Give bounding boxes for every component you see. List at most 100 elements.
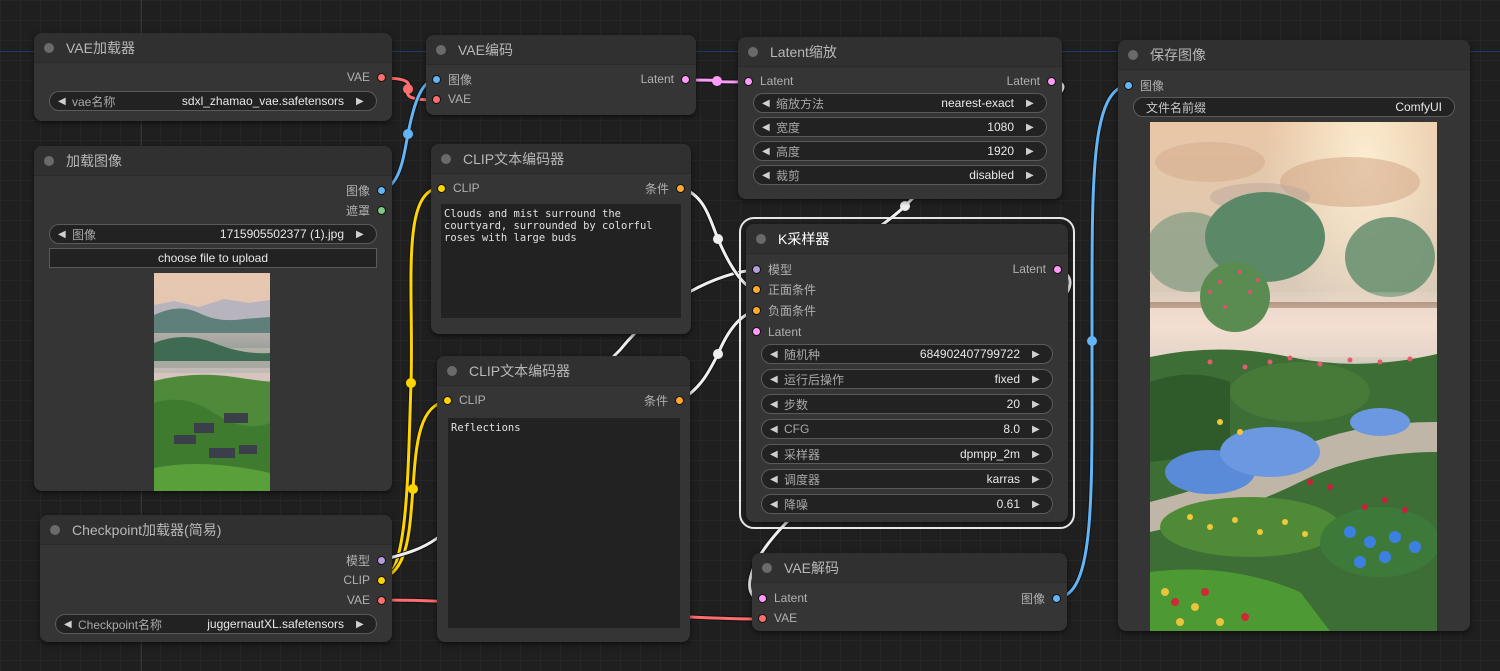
- widget-upscale-method[interactable]: ◀ 缩放方法 nearest-exact ▶: [753, 93, 1047, 113]
- collapse-dot-icon[interactable]: [447, 365, 457, 376]
- widget-seed[interactable]: ◀ 随机种 684902407799722 ▶: [761, 344, 1053, 364]
- input-slot-image[interactable]: 图像: [432, 71, 472, 88]
- widget-control-after-generate[interactable]: ◀ 运行后操作 fixed ▶: [761, 369, 1053, 389]
- arrow-right-icon[interactable]: ▶: [356, 229, 368, 240]
- node-save-image[interactable]: 保存图像 图像 文件名前缀 ComfyUI: [1118, 40, 1470, 631]
- arrow-left-icon[interactable]: ◀: [762, 122, 774, 133]
- port-vae-icon[interactable]: [377, 72, 386, 82]
- link-latent-to-ksampler-midpoint[interactable]: [900, 201, 910, 211]
- widget-scheduler[interactable]: ◀ 调度器 karras ▶: [761, 469, 1053, 489]
- widget-crop[interactable]: ◀ 裁剪 disabled ▶: [753, 165, 1047, 185]
- output-slot-image[interactable]: 图像: [1021, 590, 1061, 607]
- arrow-right-icon[interactable]: ▶: [1032, 449, 1044, 460]
- port-vae-icon[interactable]: [758, 613, 767, 623]
- port-latent-icon[interactable]: [681, 74, 690, 84]
- input-slot-latent[interactable]: Latent: [758, 591, 807, 605]
- collapse-dot-icon[interactable]: [762, 562, 772, 573]
- collapse-dot-icon[interactable]: [756, 233, 766, 244]
- input-slot-positive[interactable]: 正面条件: [752, 281, 816, 298]
- node-checkpoint-loader[interactable]: Checkpoint加载器(简易) 模型 CLIP VAE ◀ Checkpoi…: [40, 515, 392, 642]
- output-slot-latent[interactable]: Latent: [1013, 262, 1062, 276]
- node-header[interactable]: CLIP文本编码器: [437, 356, 690, 386]
- output-slot-conditioning[interactable]: 条件: [644, 392, 684, 409]
- arrow-left-icon[interactable]: ◀: [762, 98, 774, 109]
- prompt-textarea[interactable]: Clouds and mist surround the courtyard, …: [441, 204, 681, 318]
- collapse-dot-icon[interactable]: [50, 524, 60, 535]
- arrow-right-icon[interactable]: ▶: [1026, 146, 1038, 157]
- arrow-right-icon[interactable]: ▶: [1026, 170, 1038, 181]
- collapse-dot-icon[interactable]: [1128, 49, 1138, 60]
- output-slot-vae[interactable]: VAE: [347, 70, 386, 84]
- port-conditioning-icon[interactable]: [752, 306, 761, 315]
- node-header[interactable]: VAE解码: [752, 553, 1067, 583]
- node-vae-decode[interactable]: VAE解码 Latent 图像 VAE: [752, 553, 1067, 631]
- arrow-left-icon[interactable]: ◀: [770, 374, 782, 385]
- arrow-left-icon[interactable]: ◀: [58, 229, 70, 240]
- output-slot-mask[interactable]: 遮罩: [346, 202, 386, 219]
- node-clip-text-encode-positive[interactable]: CLIP文本编码器 CLIP 条件 Clouds and mist surrou…: [431, 144, 691, 334]
- link-clip-positive-midpoint[interactable]: [406, 378, 416, 388]
- node-latent-upscale[interactable]: Latent缩放 Latent Latent ◀ 缩放方法 nearest-ex…: [738, 37, 1062, 199]
- node-header[interactable]: Checkpoint加载器(简易): [40, 515, 392, 545]
- arrow-left-icon[interactable]: ◀: [64, 619, 76, 630]
- input-slot-clip[interactable]: CLIP: [437, 181, 480, 195]
- node-header[interactable]: 保存图像: [1118, 40, 1470, 70]
- widget-denoise[interactable]: ◀ 降噪 0.61 ▶: [761, 494, 1053, 514]
- arrow-right-icon[interactable]: ▶: [1032, 399, 1044, 410]
- arrow-right-icon[interactable]: ▶: [356, 619, 368, 630]
- node-header[interactable]: 加载图像: [34, 146, 392, 176]
- port-model-icon[interactable]: [752, 264, 761, 274]
- collapse-dot-icon[interactable]: [44, 42, 54, 53]
- node-clip-text-encode-negative[interactable]: CLIP文本编码器 CLIP 条件 Reflections: [437, 356, 690, 642]
- arrow-left-icon[interactable]: ◀: [770, 424, 782, 435]
- link-latent-to-upscale-midpoint[interactable]: [712, 76, 722, 86]
- output-slot-latent[interactable]: Latent: [641, 72, 690, 86]
- port-image-icon[interactable]: [1052, 593, 1061, 603]
- link-clip-negative-midpoint[interactable]: [408, 484, 418, 494]
- port-vae-icon[interactable]: [432, 94, 441, 104]
- node-header[interactable]: CLIP文本编码器: [431, 144, 691, 174]
- port-vae-icon[interactable]: [377, 595, 386, 605]
- widget-filename-prefix[interactable]: 文件名前缀 ComfyUI: [1133, 97, 1455, 117]
- output-slot-image[interactable]: 图像: [346, 182, 386, 199]
- link-positive-cond-midpoint[interactable]: [713, 234, 723, 244]
- link-vae-to-encode-midpoint[interactable]: [403, 84, 413, 94]
- output-slot-conditioning[interactable]: 条件: [645, 180, 685, 197]
- widget-vae-name[interactable]: ◀ vae名称 sdxl_zhamao_vae.safetensors ▶: [49, 91, 377, 111]
- arrow-right-icon[interactable]: ▶: [1026, 122, 1038, 133]
- widget-width[interactable]: ◀ 宽度 1080 ▶: [753, 117, 1047, 137]
- node-header[interactable]: Latent缩放: [738, 37, 1062, 67]
- port-latent-icon[interactable]: [752, 327, 761, 336]
- node-ksampler[interactable]: K采样器 模型 Latent 正面条件 负面条件 Latent ◀ 随机种 68…: [739, 217, 1075, 529]
- prompt-textarea[interactable]: Reflections: [448, 418, 680, 628]
- link-positive-cond[interactable]: [680, 186, 756, 292]
- input-slot-clip[interactable]: CLIP: [443, 393, 486, 407]
- node-load-image[interactable]: 加载图像 图像 遮罩 ◀ 图像 1715905502377 (1).jpg ▶ …: [34, 146, 392, 491]
- collapse-dot-icon[interactable]: [748, 46, 758, 57]
- port-latent-icon[interactable]: [1047, 76, 1056, 86]
- node-vae-loader[interactable]: VAE加载器 VAE ◀ vae名称 sdxl_zhamao_vae.safet…: [34, 33, 392, 121]
- input-slot-vae[interactable]: VAE: [432, 92, 471, 106]
- arrow-left-icon[interactable]: ◀: [58, 96, 70, 107]
- collapse-dot-icon[interactable]: [44, 155, 54, 166]
- node-vae-encode[interactable]: VAE编码 图像 Latent VAE: [426, 35, 696, 115]
- port-clip-icon[interactable]: [437, 183, 446, 193]
- arrow-left-icon[interactable]: ◀: [770, 399, 782, 410]
- port-mask-icon[interactable]: [377, 205, 386, 215]
- link-decode-to-save-midpoint[interactable]: [1087, 336, 1097, 346]
- widget-checkpoint-name[interactable]: ◀ Checkpoint名称 juggernautXL.safetensors …: [55, 614, 377, 634]
- collapse-dot-icon[interactable]: [441, 153, 451, 164]
- input-slot-image[interactable]: 图像: [1124, 77, 1164, 94]
- widget-steps[interactable]: ◀ 步数 20 ▶: [761, 394, 1053, 414]
- arrow-right-icon[interactable]: ▶: [1026, 98, 1038, 109]
- node-header[interactable]: VAE编码: [426, 35, 696, 65]
- output-slot-model[interactable]: 模型: [346, 552, 386, 569]
- arrow-right-icon[interactable]: ▶: [1032, 349, 1044, 360]
- port-clip-icon[interactable]: [443, 395, 452, 405]
- port-model-icon[interactable]: [377, 555, 386, 565]
- widget-sampler[interactable]: ◀ 采样器 dpmpp_2m ▶: [761, 444, 1053, 464]
- widget-image-file[interactable]: ◀ 图像 1715905502377 (1).jpg ▶: [49, 224, 377, 244]
- output-slot-vae[interactable]: VAE: [347, 593, 386, 607]
- arrow-right-icon[interactable]: ▶: [356, 96, 368, 107]
- link-negative-cond[interactable]: [679, 309, 756, 402]
